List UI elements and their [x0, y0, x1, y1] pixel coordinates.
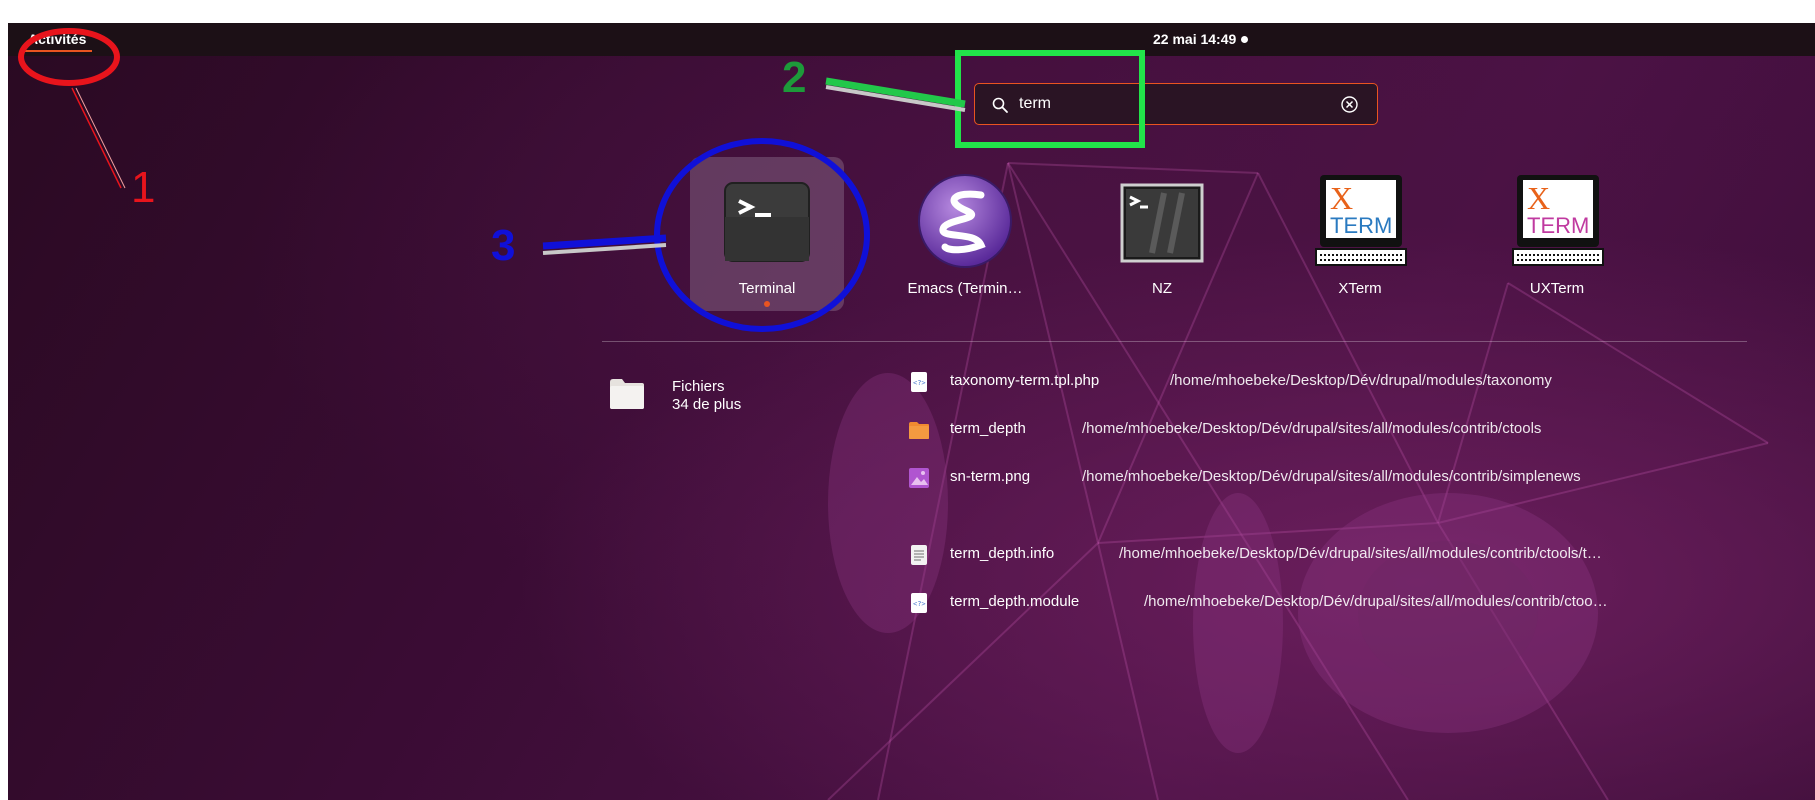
- xterm-icon-term: TERM: [1330, 213, 1392, 238]
- result-row-sn-term[interactable]: sn-term.png /home/mhoebeke/Desktop/Dév/d…: [908, 465, 1748, 491]
- search-box[interactable]: [974, 83, 1378, 125]
- php-file-icon: <?>: [911, 593, 927, 613]
- files-provider[interactable]: Fichiers 34 de plus: [608, 376, 808, 436]
- emacs-icon: [918, 174, 1012, 268]
- result-name: term_depth: [950, 420, 1026, 437]
- result-name: taxonomy-term.tpl.php: [950, 372, 1100, 389]
- running-indicator: [764, 301, 770, 307]
- app-label: Terminal: [738, 280, 796, 297]
- result-row-taxonomy-term[interactable]: <?> taxonomy-term.tpl.php /home/mhoebeke…: [908, 369, 1748, 395]
- annotation-number-3: 3: [491, 221, 516, 270]
- svg-text:<?>: <?>: [913, 600, 926, 608]
- xterm-icon-x: X: [1330, 180, 1353, 216]
- app-label: UXTerm: [1529, 280, 1585, 297]
- files-app-icon: [610, 379, 644, 409]
- uxterm-icon-x: X: [1527, 180, 1550, 216]
- app-xterm[interactable]: X TERM XTerm: [1283, 157, 1437, 311]
- result-path: /home/mhoebeke/Desktop/Dév/drupal/sites/…: [1119, 545, 1602, 562]
- clock[interactable]: 22 mai 14:49: [1153, 29, 1249, 49]
- desktop-overview: Activités 22 mai 14:49 Terminal: [8, 23, 1815, 800]
- search-icon: [992, 97, 1008, 113]
- app-emacs[interactable]: Emacs (Termin…: [888, 157, 1042, 311]
- annotation-number-1: 1: [131, 163, 156, 212]
- app-label: NZ: [1152, 280, 1172, 297]
- result-name: term_depth.info: [950, 545, 1055, 562]
- search-input[interactable]: [1019, 92, 1319, 116]
- app-uxterm[interactable]: X TERM UXTerm: [1480, 157, 1634, 311]
- xterm-icon: X TERM: [1315, 175, 1407, 266]
- clock-text: 22 mai 14:49: [1153, 31, 1237, 47]
- results-divider: [602, 341, 1747, 342]
- result-path: /home/mhoebeke/Desktop/Dév/drupal/sites/…: [1144, 593, 1608, 610]
- app-nz[interactable]: NZ: [1085, 157, 1239, 311]
- app-terminal[interactable]: Terminal: [690, 157, 844, 311]
- notification-dot-icon: [1241, 36, 1249, 43]
- uxterm-icon-term: TERM: [1527, 213, 1589, 238]
- result-name: term_depth.module: [950, 593, 1080, 610]
- svg-text:<?>: <?>: [913, 379, 926, 387]
- annotation-number-2: 2: [782, 53, 807, 102]
- image-file-icon: [909, 468, 929, 488]
- php-file-icon: <?>: [911, 372, 927, 392]
- result-path: /home/mhoebeke/Desktop/Dév/drupal/module…: [1170, 372, 1552, 389]
- result-row-term-depth-module[interactable]: <?> term_depth.module /home/mhoebeke/Des…: [908, 590, 1748, 616]
- files-provider-name: Fichiers: [672, 378, 725, 395]
- text-file-icon: [911, 545, 927, 565]
- top-bar: Activités 22 mai 14:49: [8, 23, 1815, 56]
- files-provider-more[interactable]: 34 de plus: [672, 396, 741, 413]
- activities-button[interactable]: Activités: [22, 28, 93, 52]
- result-row-term-depth[interactable]: term_depth /home/mhoebeke/Desktop/Dév/dr…: [908, 417, 1748, 443]
- nz-terminal-icon: [1120, 183, 1204, 263]
- app-label: Emacs (Termin…: [907, 280, 1023, 297]
- result-path: /home/mhoebeke/Desktop/Dév/drupal/sites/…: [1082, 468, 1581, 485]
- result-name: sn-term.png: [950, 468, 1031, 485]
- app-label: XTerm: [1338, 280, 1382, 297]
- result-row-term-depth-info[interactable]: term_depth.info /home/mhoebeke/Desktop/D…: [908, 542, 1748, 568]
- result-path: /home/mhoebeke/Desktop/Dév/drupal/sites/…: [1082, 420, 1542, 437]
- folder-icon: [909, 422, 929, 439]
- uxterm-icon: X TERM: [1512, 175, 1604, 266]
- terminal-icon: [724, 182, 810, 262]
- wallpaper: [827, 162, 1769, 800]
- clear-search-icon[interactable]: [1340, 95, 1359, 114]
